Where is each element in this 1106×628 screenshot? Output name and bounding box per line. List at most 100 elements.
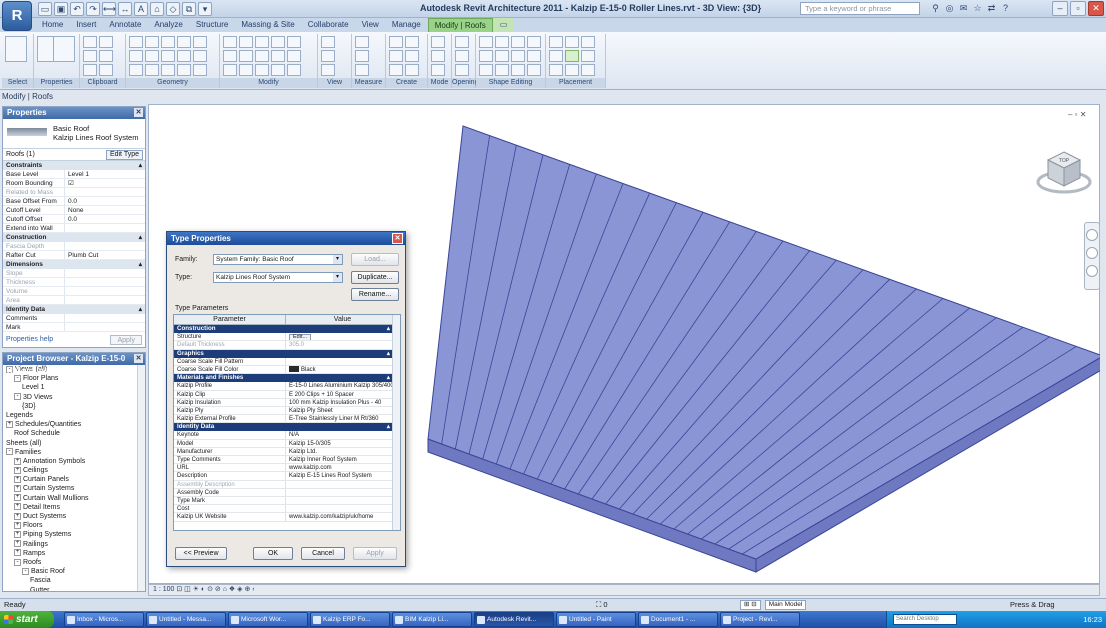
parameter-group-materials-and-finishes[interactable]: Materials and Finishes ▴ <box>174 374 400 383</box>
parameter-row[interactable]: Structure Edit... <box>174 333 400 342</box>
expand-icon[interactable]: + <box>14 521 21 529</box>
measure-icon[interactable]: ⟷ <box>102 2 116 16</box>
ribbon-tool-icon[interactable] <box>511 50 525 62</box>
browser-item[interactable]: + Duct Systems <box>3 512 145 521</box>
cancel-button[interactable]: Cancel <box>301 547 345 560</box>
expand-icon[interactable]: + <box>14 485 21 493</box>
dialog-close-button[interactable]: ✕ <box>392 233 403 244</box>
tab-manage[interactable]: Manage <box>386 18 427 32</box>
property-value[interactable]: Plumb Cut <box>65 251 145 259</box>
collapse-icon[interactable]: - <box>6 448 13 456</box>
ribbon-tool-icon[interactable] <box>193 36 207 48</box>
browser-item[interactable]: + Curtain Panels <box>3 475 145 484</box>
property-row[interactable]: Cutoff Offset 0.0 <box>3 215 145 224</box>
steering-wheel-icon[interactable] <box>1086 229 1098 241</box>
browser-item[interactable]: - Basic Roof <box>3 567 145 576</box>
collapse-icon[interactable]: ▴ <box>139 260 142 269</box>
ribbon-tool-icon[interactable] <box>479 64 493 76</box>
ribbon-tool-icon[interactable] <box>99 64 113 76</box>
browser-item[interactable]: Fascia <box>3 576 145 585</box>
property-row[interactable]: Related to Mass <box>3 188 145 197</box>
3d-view-icon[interactable]: ⌂ <box>150 2 164 16</box>
expand-icon[interactable]: + <box>14 503 21 511</box>
edit-type-button[interactable]: Edit Type <box>105 150 143 160</box>
collapse-icon[interactable]: ▴ <box>387 423 390 431</box>
parameter-row[interactable]: Keynote N/A <box>174 431 400 440</box>
ribbon-tool-icon[interactable] <box>145 64 159 76</box>
type-select[interactable]: Kalzip Lines Roof System ▾ <box>213 272 343 283</box>
ribbon-tool-icon[interactable] <box>255 50 269 62</box>
expand-icon[interactable]: + <box>6 420 13 428</box>
property-row[interactable]: Fascia Depth <box>3 242 145 251</box>
property-group-constraints[interactable]: Constraints ▴ <box>3 161 145 170</box>
ribbon-tool-icon[interactable] <box>83 64 97 76</box>
browser-item[interactable]: Legends <box>3 411 145 420</box>
taskbar-task[interactable]: Autodesk Revit... <box>474 612 554 627</box>
ribbon-tool-icon[interactable] <box>405 64 419 76</box>
property-group-identity-data[interactable]: Identity Data ▴ <box>3 305 145 314</box>
expand-icon[interactable]: + <box>14 457 21 465</box>
ribbon-tool-icon[interactable] <box>549 36 563 48</box>
expand-icon[interactable]: + <box>14 549 21 557</box>
property-row[interactable]: Slope <box>3 269 145 278</box>
browser-item[interactable]: + Annotation Symbols <box>3 457 145 466</box>
ribbon-tool-icon[interactable] <box>549 50 563 62</box>
ribbon-tool-icon[interactable] <box>53 36 75 62</box>
collapse-icon[interactable]: ▴ <box>387 325 390 333</box>
browser-item[interactable]: - Families <box>3 448 145 457</box>
parameter-value[interactable] <box>286 505 400 512</box>
save-icon[interactable]: ▣ <box>54 2 68 16</box>
parameter-value[interactable]: Black <box>286 366 400 373</box>
collapse-icon[interactable]: ▴ <box>387 350 390 358</box>
close-hidden-icon[interactable]: ⧉ <box>182 2 196 16</box>
taskbar-task[interactable]: Inbox - Micros... <box>64 612 144 627</box>
property-group-dimensions[interactable]: Dimensions ▴ <box>3 260 145 269</box>
preview-button[interactable]: << Preview <box>175 547 227 560</box>
expand-icon[interactable]: + <box>14 531 21 539</box>
ribbon-tool-icon[interactable] <box>83 50 97 62</box>
nav-dropdown-icon[interactable] <box>1086 265 1098 277</box>
browser-item[interactable]: Level 1 <box>3 383 145 392</box>
ribbon-tool-icon[interactable] <box>565 64 579 76</box>
parameter-group-construction[interactable]: Construction ▴ <box>174 325 400 334</box>
ribbon-tool-icon[interactable] <box>271 50 285 62</box>
property-row[interactable]: Cutoff Level None <box>3 206 145 215</box>
ribbon-tool-icon[interactable] <box>355 64 369 76</box>
chevron-down-icon[interactable]: ▾ <box>333 273 342 282</box>
taskbar-task[interactable]: Untitled - Messa... <box>146 612 226 627</box>
ribbon-tool-icon[interactable] <box>129 36 143 48</box>
viewcube[interactable]: TOP <box>1034 142 1094 202</box>
section-icon[interactable]: ◇ <box>166 2 180 16</box>
property-group-construction[interactable]: Construction ▴ <box>3 233 145 242</box>
ribbon-tool-icon[interactable] <box>239 50 253 62</box>
property-value[interactable]: Level 1 <box>65 170 145 178</box>
ribbon-tool-icon[interactable] <box>527 36 541 48</box>
ribbon-tool-icon[interactable] <box>177 36 191 48</box>
tab-extra[interactable]: ▭ <box>493 18 514 32</box>
ribbon-tool-icon[interactable] <box>495 64 509 76</box>
ribbon-tool-icon[interactable] <box>161 50 175 62</box>
ribbon-tool-icon[interactable] <box>223 50 237 62</box>
ribbon-tool-icon[interactable] <box>145 36 159 48</box>
close-button[interactable]: ✕ <box>1088 1 1104 16</box>
ribbon-tool-icon[interactable] <box>287 36 301 48</box>
tab-insert[interactable]: Insert <box>70 18 102 32</box>
parameter-value[interactable]: E 200 Clips + 10 Spacer <box>286 391 400 398</box>
view-window-controls[interactable]: – ▫ ✕ <box>1068 110 1086 119</box>
browser-item[interactable]: + Railings <box>3 540 145 549</box>
zoom-icon[interactable] <box>1086 247 1098 259</box>
browser-item[interactable]: - Roofs <box>3 558 145 567</box>
property-row[interactable]: Comments <box>3 314 145 323</box>
property-value[interactable]: None <box>65 206 145 214</box>
ribbon-tool-icon[interactable] <box>389 50 403 62</box>
dialog-apply-button[interactable]: Apply <box>353 547 397 560</box>
browser-item[interactable]: + Floors <box>3 521 145 530</box>
ribbon-tool-icon[interactable] <box>389 36 403 48</box>
ribbon-tool-icon[interactable] <box>389 64 403 76</box>
parameter-row[interactable]: Type Comments Kalzip Inner Roof System <box>174 456 400 465</box>
ribbon-tool-icon[interactable] <box>431 64 445 76</box>
chevron-down-icon[interactable]: ▾ <box>333 255 342 264</box>
property-row[interactable]: Rafter Cut Plumb Cut <box>3 251 145 260</box>
parameter-row[interactable]: Cost <box>174 505 400 514</box>
roof-top-face[interactable] <box>427 125 1100 560</box>
